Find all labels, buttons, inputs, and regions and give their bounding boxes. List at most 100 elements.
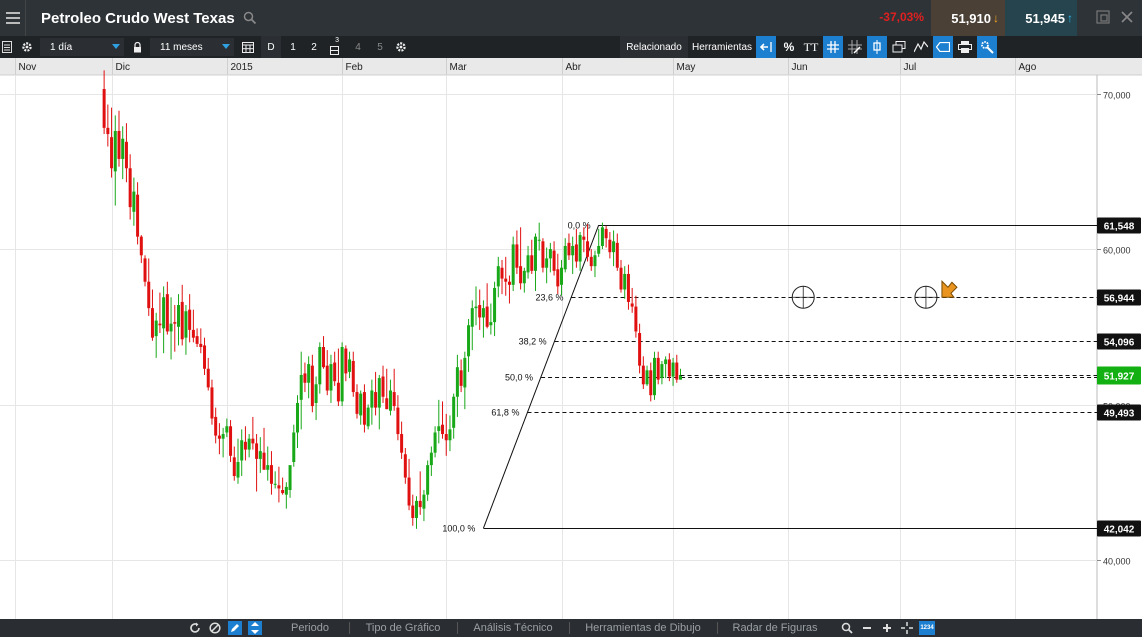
restore-window-icon[interactable] <box>1095 9 1111 25</box>
candle-body <box>652 357 656 396</box>
interval-select[interactable]: 1 día <box>40 38 124 56</box>
layout-button-3[interactable]: 3 <box>325 36 343 58</box>
layout-button-4[interactable]: 4 <box>349 36 367 58</box>
close-icon[interactable] <box>1119 9 1135 25</box>
candle-body <box>500 267 504 279</box>
candle-body <box>113 130 117 172</box>
sell-price-button[interactable]: 51,910 ↓ <box>931 0 1005 36</box>
range-select[interactable]: 11 meses <box>150 38 234 56</box>
search-icon[interactable] <box>243 11 257 25</box>
crosshair-icon[interactable] <box>900 621 914 635</box>
candle-body <box>269 465 273 484</box>
layout-button-2[interactable]: 2 <box>305 36 323 58</box>
candle-body <box>638 333 642 366</box>
calendar-icon[interactable] <box>239 36 257 58</box>
back-arrow-icon[interactable] <box>756 36 776 58</box>
month-label: 2015 <box>231 62 254 73</box>
zoom-in-icon[interactable] <box>880 621 894 635</box>
candle-body <box>307 364 311 383</box>
candle-body <box>329 364 333 391</box>
candle-body <box>615 242 619 268</box>
candle-body <box>608 239 612 253</box>
instrument-title: Petroleo Crudo West Texas <box>41 9 235 27</box>
candle-body <box>121 138 125 159</box>
zoom-out-icon[interactable] <box>860 621 874 635</box>
counter-badge[interactable]: 1234 <box>919 621 935 635</box>
chart-window: Petroleo Crudo West Texas -37,03% 51,910… <box>0 0 1142 637</box>
candle-body <box>318 347 322 385</box>
candle-body <box>511 244 515 285</box>
percent-button[interactable]: % <box>779 36 799 58</box>
month-label: Jul <box>904 62 917 73</box>
candle-body <box>184 311 188 338</box>
scroll-icon[interactable] <box>248 621 262 635</box>
refresh-icon[interactable] <box>188 621 202 635</box>
candle-body <box>437 426 441 431</box>
candle-body <box>400 434 404 453</box>
candle-body <box>214 416 218 436</box>
candle-body <box>251 438 255 444</box>
pencil-icon[interactable] <box>228 621 242 635</box>
month-label: Mar <box>450 62 468 73</box>
candle-body <box>537 239 541 241</box>
windows-icon[interactable] <box>889 36 909 58</box>
candle-body <box>571 245 575 256</box>
up-arrow-icon: ↑ <box>1067 11 1073 25</box>
candle-body <box>366 407 370 427</box>
gear-icon[interactable] <box>18 36 36 58</box>
disable-icon[interactable] <box>208 621 222 635</box>
candle-body <box>336 382 340 402</box>
candle-body <box>597 245 601 254</box>
candle-body <box>474 306 478 309</box>
tab-period[interactable]: Periodo <box>272 619 348 637</box>
candle-body <box>433 432 437 453</box>
hamburger-menu-icon[interactable] <box>0 0 26 36</box>
candle-body <box>545 258 549 268</box>
candle-body <box>132 191 136 212</box>
candle-body <box>299 374 303 400</box>
candle-body <box>418 500 422 508</box>
tag-icon[interactable] <box>933 36 953 58</box>
tools-button[interactable]: Herramientas <box>690 36 754 58</box>
tab-pattern-radar[interactable]: Radar de Figuras <box>718 619 832 637</box>
fib-price-tag: 54,096 <box>1104 338 1135 349</box>
zoom-icon[interactable] <box>840 621 854 635</box>
lock-icon[interactable] <box>130 36 144 58</box>
candlestick-chart[interactable]: Nov Dic 2015 Feb Mar Abr May Jun Jul Ago 70,000 60… <box>0 58 1142 619</box>
layout-button-5[interactable]: 5 <box>371 36 389 58</box>
candle-body <box>582 236 586 240</box>
candle-body <box>292 432 296 463</box>
related-button[interactable]: Relacionado <box>620 36 688 58</box>
candle-body <box>247 438 251 450</box>
crosshair-icon[interactable] <box>845 36 865 58</box>
layout-button-1[interactable]: 1 <box>284 36 302 58</box>
tab-chart-type[interactable]: Tipo de Gráfico <box>350 619 456 637</box>
trend-icon[interactable] <box>911 36 931 58</box>
candle-body <box>563 245 567 270</box>
month-label: Nov <box>19 62 37 73</box>
layout-button-d[interactable]: D <box>261 36 281 58</box>
candle-body <box>262 452 266 470</box>
price-chart[interactable]: Nov Dic 2015 Feb Mar Abr May Jun Jul Ago 70,000 60… <box>0 58 1142 619</box>
candle-body <box>165 294 169 332</box>
buy-price-button[interactable]: 51,945 ↑ <box>1005 0 1077 36</box>
candle-body <box>128 168 132 208</box>
candle-body <box>478 305 482 318</box>
candle-body <box>619 267 623 290</box>
list-icon[interactable] <box>0 36 14 58</box>
settings-icon[interactable] <box>977 36 997 58</box>
text-tool-button[interactable]: TT <box>801 36 821 58</box>
grid-icon[interactable] <box>823 36 843 58</box>
tab-technical-analysis[interactable]: Análisis Técnico <box>458 619 568 637</box>
candle-body <box>422 494 426 509</box>
candle-icon[interactable] <box>867 36 887 58</box>
tab-drawing-tools[interactable]: Herramientas de Dibujo <box>570 619 716 637</box>
candle-body <box>515 244 519 268</box>
print-icon[interactable] <box>955 36 975 58</box>
candle-body <box>310 365 314 407</box>
candle-body <box>370 390 374 408</box>
candle-body <box>660 364 664 379</box>
candle-body <box>519 266 523 284</box>
settings-gear-icon[interactable] <box>392 36 410 58</box>
candle-body <box>288 465 292 490</box>
